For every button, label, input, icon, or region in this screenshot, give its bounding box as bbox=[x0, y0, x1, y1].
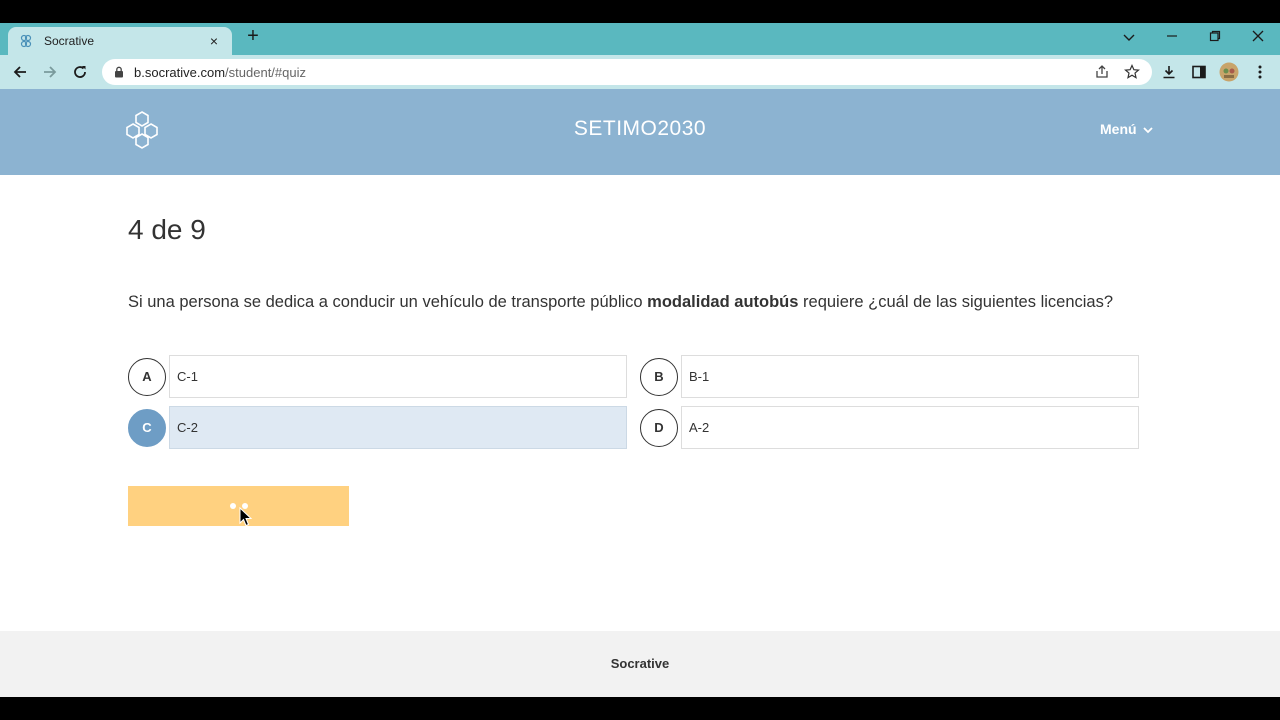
bookmark-star-icon[interactable] bbox=[1122, 62, 1142, 82]
new-tab-button[interactable]: + bbox=[243, 26, 263, 47]
socrative-favicon-icon bbox=[18, 33, 34, 49]
choice-letter: A bbox=[128, 357, 166, 396]
url-text: b.socrative.com/student/#quiz bbox=[134, 65, 306, 80]
question-bold: modalidad autobús bbox=[647, 293, 799, 311]
choice-c[interactable]: C C-2 bbox=[128, 406, 627, 449]
url-host: b.socrative.com bbox=[134, 64, 226, 80]
footer-brand: Socrative bbox=[610, 656, 670, 671]
chevron-down-icon bbox=[1142, 121, 1153, 137]
forward-arrow-icon[interactable] bbox=[39, 61, 61, 83]
loading-dot bbox=[229, 503, 236, 509]
lock-icon bbox=[114, 65, 126, 79]
choice-letter: B bbox=[640, 357, 678, 396]
choice-text: C-2 bbox=[169, 406, 627, 449]
choice-text: B-1 bbox=[681, 355, 1139, 398]
top-letterbox bbox=[0, 0, 1280, 23]
menu-button[interactable]: Menú bbox=[1100, 121, 1153, 137]
reload-icon[interactable] bbox=[69, 61, 91, 83]
mouse-cursor-icon bbox=[239, 506, 253, 527]
socrative-logo-icon[interactable] bbox=[124, 110, 160, 150]
close-window-icon[interactable] bbox=[1243, 27, 1273, 47]
choice-a[interactable]: A C-1 bbox=[128, 355, 627, 398]
address-bar[interactable]: b.socrative.com/student/#quiz bbox=[102, 59, 1152, 85]
choice-d[interactable]: D A-2 bbox=[640, 406, 1139, 449]
browser-menu-icon[interactable] bbox=[1250, 62, 1270, 82]
restore-icon[interactable] bbox=[1200, 27, 1230, 47]
browser-tab-bar: Socrative × bbox=[0, 23, 1280, 55]
tab-title: Socrative bbox=[44, 34, 95, 48]
back-arrow-icon[interactable] bbox=[9, 61, 31, 83]
room-title: SETIMO2030 bbox=[573, 117, 707, 140]
choice-text: A-2 bbox=[681, 406, 1139, 449]
choice-letter: D bbox=[640, 408, 678, 447]
question-progress: 4 de 9 bbox=[128, 214, 206, 245]
menu-label: Menú bbox=[1100, 121, 1137, 137]
question-text: Si una persona se dedica a conducir un v… bbox=[128, 291, 1128, 313]
choice-text: C-1 bbox=[169, 355, 627, 398]
question-suffix: requiere ¿cuál de las siguientes licenci… bbox=[798, 293, 1114, 311]
profile-avatar[interactable] bbox=[1219, 62, 1239, 82]
download-icon[interactable] bbox=[1159, 62, 1179, 82]
tab-search-icon[interactable] bbox=[1114, 27, 1144, 47]
url-path: /student/#quiz bbox=[225, 64, 306, 80]
browser-tab[interactable]: Socrative × bbox=[8, 27, 232, 55]
choice-b[interactable]: B B-1 bbox=[640, 355, 1139, 398]
share-icon[interactable] bbox=[1092, 62, 1112, 82]
question-prefix: Si una persona se dedica a conducir un v… bbox=[128, 293, 648, 311]
tab-close-icon[interactable]: × bbox=[206, 33, 222, 49]
minimize-icon[interactable] bbox=[1157, 27, 1187, 47]
choice-letter: C bbox=[128, 408, 166, 447]
side-panel-icon[interactable] bbox=[1189, 62, 1209, 82]
bottom-letterbox bbox=[0, 697, 1280, 720]
